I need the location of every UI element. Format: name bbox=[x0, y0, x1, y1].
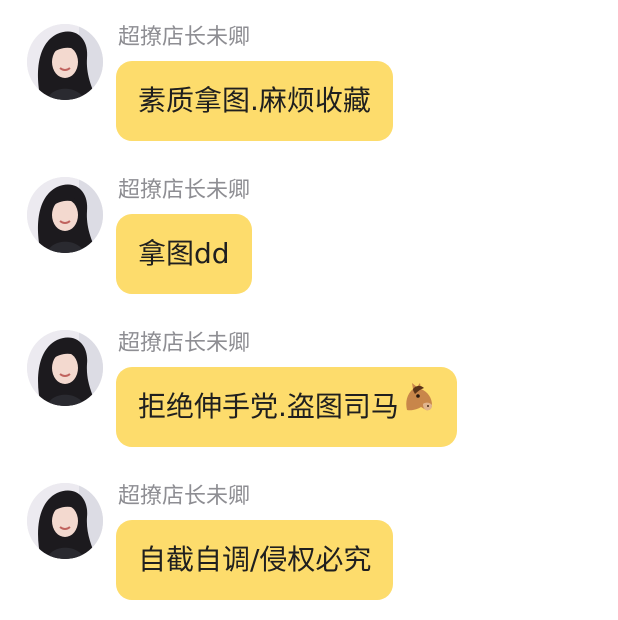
message-bubble[interactable]: 拒绝伸手党.盗图司马 bbox=[116, 367, 457, 447]
message-bubble[interactable]: 素质拿图.麻烦收藏 bbox=[116, 61, 393, 141]
avatar[interactable] bbox=[27, 330, 103, 406]
avatar[interactable] bbox=[27, 177, 103, 253]
sender-name: 超撩店长未卿 bbox=[118, 331, 251, 356]
sender-name: 超撩店长未卿 bbox=[118, 178, 251, 203]
chat-history: 超撩店长未卿 素质拿图.麻烦收藏 超撩店长未卿 拿图dd 超撩店长未卿 拒绝伸手… bbox=[0, 0, 618, 620]
avatar-photo bbox=[27, 483, 103, 559]
sender-name: 超撩店长未卿 bbox=[118, 484, 251, 509]
message-text: 拒绝伸手党.盗图司马 bbox=[138, 390, 399, 423]
avatar[interactable] bbox=[27, 24, 103, 100]
horse-face-icon bbox=[401, 365, 435, 445]
sender-name: 超撩店长未卿 bbox=[118, 25, 251, 50]
message-text: 拿图dd bbox=[138, 237, 230, 270]
avatar-photo bbox=[27, 177, 103, 253]
message-bubble[interactable]: 自截自调/侵权必究 bbox=[116, 520, 394, 600]
avatar[interactable] bbox=[27, 483, 103, 559]
avatar-photo bbox=[27, 330, 103, 406]
message-text: 素质拿图.麻烦收藏 bbox=[138, 84, 371, 117]
avatar-photo bbox=[27, 24, 103, 100]
message-bubble[interactable]: 拿图dd bbox=[116, 214, 252, 294]
message-text: 自截自调/侵权必究 bbox=[138, 543, 372, 576]
